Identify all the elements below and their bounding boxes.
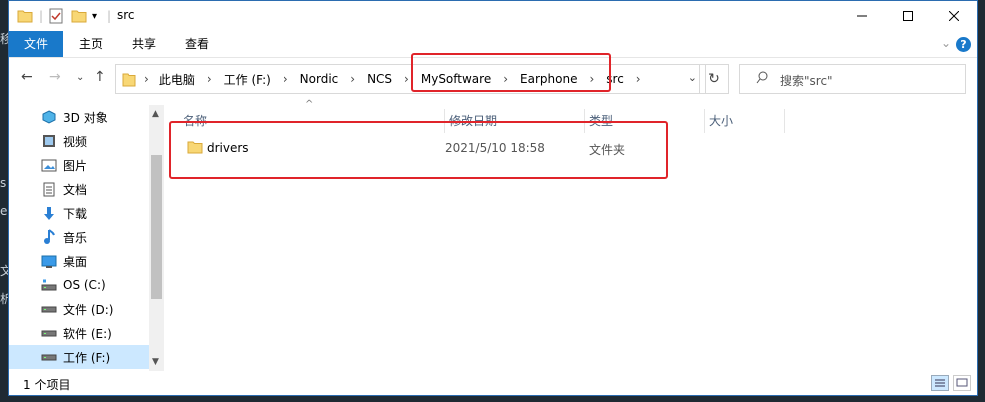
nav-item-desktop[interactable]: 桌面: [9, 249, 149, 273]
back-arrow-icon[interactable]: ←: [21, 69, 33, 85]
breadcrumb-separator[interactable]: ›: [144, 72, 149, 86]
title-bar: | ▾ | src: [9, 1, 977, 31]
nav-item-pictures[interactable]: 图片: [9, 153, 149, 177]
nav-item-drive-e[interactable]: 软件 (E:): [9, 321, 149, 345]
nav-item-drive-d[interactable]: 文件 (D:): [9, 297, 149, 321]
address-folder-icon: [122, 71, 136, 87]
nav-item-3d-objects[interactable]: 3D 对象: [9, 105, 149, 129]
breadcrumb-separator[interactable]: ›: [207, 72, 212, 86]
details-view-icon: [935, 379, 945, 387]
large-icons-view-button[interactable]: [953, 375, 971, 391]
explorer-window: | ▾ | src 文件 主页 共享 查看 ⌄ ? ← → ⌄ ↑ › 此电脑 …: [8, 0, 978, 396]
status-bar: 1 个项目: [9, 371, 977, 395]
3d-objects-icon: [41, 110, 57, 124]
large-icons-view-icon: [956, 378, 968, 387]
maximize-button[interactable]: [885, 1, 931, 31]
nav-item-drive-c[interactable]: OS (C:): [9, 273, 149, 297]
address-history-chevron-icon[interactable]: ⌄: [688, 71, 697, 84]
nav-item-label: 工作 (F:): [63, 350, 111, 365]
background-fragment: s: [0, 176, 7, 190]
scroll-up-icon[interactable]: ▲: [152, 109, 159, 119]
nav-item-label: 下载: [63, 206, 88, 221]
minimize-button[interactable]: [839, 1, 885, 31]
navigation-pane: 3D 对象 视频 图片 文档 下载 音乐 桌面 OS (C:) 文件 (D:) …: [9, 105, 164, 371]
drive-icon: [41, 326, 57, 340]
details-view-button[interactable]: [931, 375, 949, 391]
drive-icon: [41, 350, 57, 364]
breadcrumb-this-pc[interactable]: 此电脑: [159, 71, 195, 88]
breadcrumb-drive-f[interactable]: 工作 (F:): [224, 71, 271, 88]
item-count: 1 个项目: [23, 378, 71, 392]
nav-pane-scrollbar[interactable]: ▲ ▼: [149, 105, 164, 371]
separator: |: [39, 9, 44, 23]
nav-item-label: 3D 对象: [63, 110, 108, 125]
nav-item-label: 文件 (D:): [63, 302, 114, 317]
search-placeholder: 搜索"src": [780, 74, 833, 88]
breadcrumb-separator[interactable]: ›: [404, 72, 409, 86]
drive-icon: [41, 302, 57, 316]
nav-item-label: 图片: [63, 158, 88, 173]
nav-item-drive-f[interactable]: 工作 (F:): [9, 345, 149, 369]
pictures-icon: [41, 158, 57, 172]
tab-share[interactable]: 共享: [124, 31, 164, 57]
customize-qa-icon[interactable]: ▾: [92, 7, 97, 25]
tab-home[interactable]: 主页: [71, 31, 111, 57]
recent-locations-icon[interactable]: ⌄: [76, 72, 84, 83]
highlight-box-file: [169, 121, 668, 179]
music-icon: [41, 229, 57, 244]
nav-item-label: 软件 (E:): [63, 326, 112, 341]
breadcrumb-separator[interactable]: ›: [636, 72, 641, 86]
folder-icon: [17, 7, 33, 25]
forward-arrow-icon[interactable]: →: [49, 69, 61, 85]
column-header-size[interactable]: 大小: [705, 109, 785, 133]
breadcrumb-nordic[interactable]: Nordic: [300, 72, 339, 86]
download-icon: [41, 206, 57, 220]
refresh-icon: ↻: [708, 71, 720, 87]
tab-view[interactable]: 查看: [177, 31, 217, 57]
nav-item-label: OS (C:): [63, 278, 106, 292]
documents-icon: [41, 182, 57, 196]
window-title: src: [117, 8, 135, 22]
nav-item-music[interactable]: 音乐: [9, 225, 149, 249]
separator: |: [107, 9, 112, 23]
nav-item-label: 音乐: [63, 230, 88, 245]
breadcrumb-separator[interactable]: ›: [283, 72, 288, 86]
nav-item-videos[interactable]: 视频: [9, 129, 149, 153]
search-icon: [756, 71, 768, 88]
scrollbar-thumb[interactable]: [151, 155, 162, 299]
desktop-icon: [41, 254, 57, 268]
tab-file[interactable]: 文件: [9, 31, 63, 57]
nav-item-label: 桌面: [63, 254, 88, 269]
video-icon: [41, 134, 57, 148]
scroll-down-icon[interactable]: ▼: [152, 357, 159, 367]
nav-item-downloads[interactable]: 下载: [9, 201, 149, 225]
nav-item-documents[interactable]: 文档: [9, 177, 149, 201]
expand-ribbon-icon[interactable]: ⌄: [941, 36, 951, 50]
help-icon[interactable]: ?: [956, 37, 971, 52]
breadcrumb-separator[interactable]: ›: [350, 72, 355, 86]
close-button[interactable]: [931, 1, 977, 31]
breadcrumb-ncs[interactable]: NCS: [367, 72, 392, 86]
drive-icon: [41, 278, 57, 292]
new-folder-icon[interactable]: [71, 7, 87, 25]
nav-item-label: 视频: [63, 134, 88, 149]
nav-item-label: 文档: [63, 182, 88, 197]
up-arrow-icon[interactable]: ↑: [94, 69, 106, 85]
properties-icon[interactable]: [49, 7, 63, 25]
refresh-button[interactable]: ↻: [699, 64, 729, 94]
highlight-box-path: [411, 53, 611, 92]
search-box[interactable]: 搜索"src": [739, 64, 966, 94]
